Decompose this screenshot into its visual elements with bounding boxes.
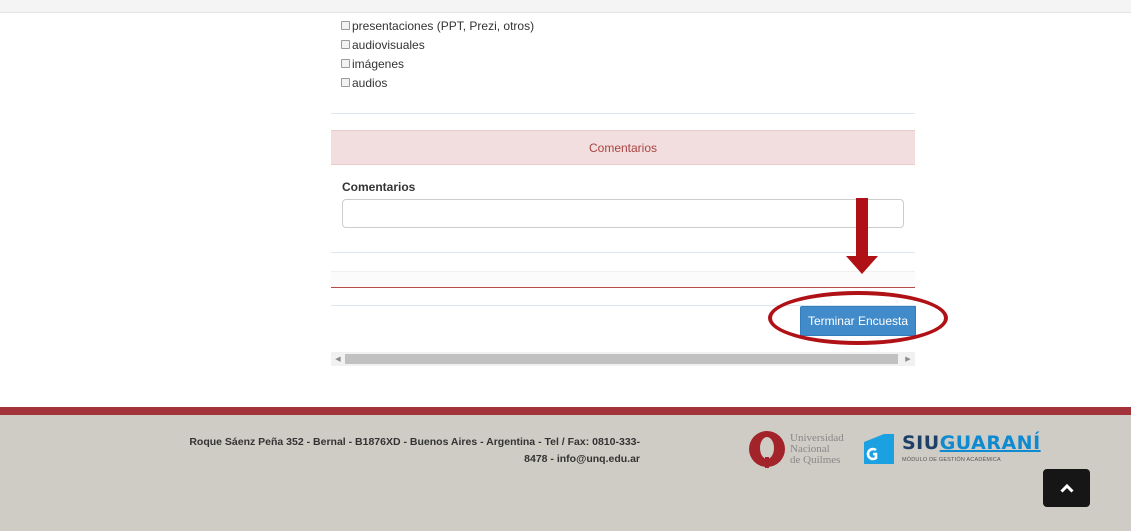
siu-guarani-wordmark: SIUGUARANÍ [902,432,1041,454]
form-end-rule [331,287,915,288]
unq-wordmark: Universidad Nacional de Quilmes [790,432,844,466]
format-options: presentaciones (PPT, Prezi, otros) audio… [341,16,534,92]
form-stripe [331,271,915,287]
annotation-ellipse [768,291,948,345]
option-audios[interactable]: audios [341,73,534,92]
checkbox[interactable] [341,40,350,49]
option-label: audios [352,75,388,90]
comments-section-header: Comentarios [331,130,915,165]
footer-address: Roque Sáenz Peña 352 - Bernal - B1876XD … [140,434,640,468]
comments-label: Comentarios [342,180,416,194]
option-label: presentaciones (PPT, Prezi, otros) [352,18,535,33]
option-audiovisuales[interactable]: audiovisuales [341,35,534,54]
option-label: audiovisuales [352,37,425,52]
back-to-top-button[interactable] [1043,469,1090,507]
chevron-up-icon [1059,483,1074,493]
option-label: imágenes [352,56,405,71]
scrollbar-thumb[interactable] [345,354,898,364]
section-divider [331,113,915,114]
option-imagenes[interactable]: imágenes [341,54,534,73]
checkbox[interactable] [341,21,350,30]
annotation-arrow-head [846,256,878,274]
section-title: Comentarios [588,140,658,155]
address-line: Roque Sáenz Peña 352 - Bernal - B1876XD … [189,436,640,448]
section-divider [331,252,915,253]
top-divider [0,0,1131,13]
option-presentaciones[interactable]: presentaciones (PPT, Prezi, otros) [341,16,534,35]
checkbox[interactable] [341,59,350,68]
unq-logo-icon [749,431,785,468]
horizontal-scrollbar[interactable]: ◀ ▶ [331,352,915,366]
comments-input[interactable] [342,199,904,228]
siu-guarani-logo-icon [864,434,894,464]
annotation-arrow [856,198,868,258]
scroll-right-icon[interactable]: ▶ [901,352,915,366]
address-line: 8478 - info@unq.edu.ar [524,453,640,465]
checkbox[interactable] [341,78,350,87]
footer-band [0,407,1131,415]
siu-subtitle: MÓDULO DE GESTIÓN ACADÉMICA [902,457,1001,463]
scroll-left-icon[interactable]: ◀ [331,352,345,366]
